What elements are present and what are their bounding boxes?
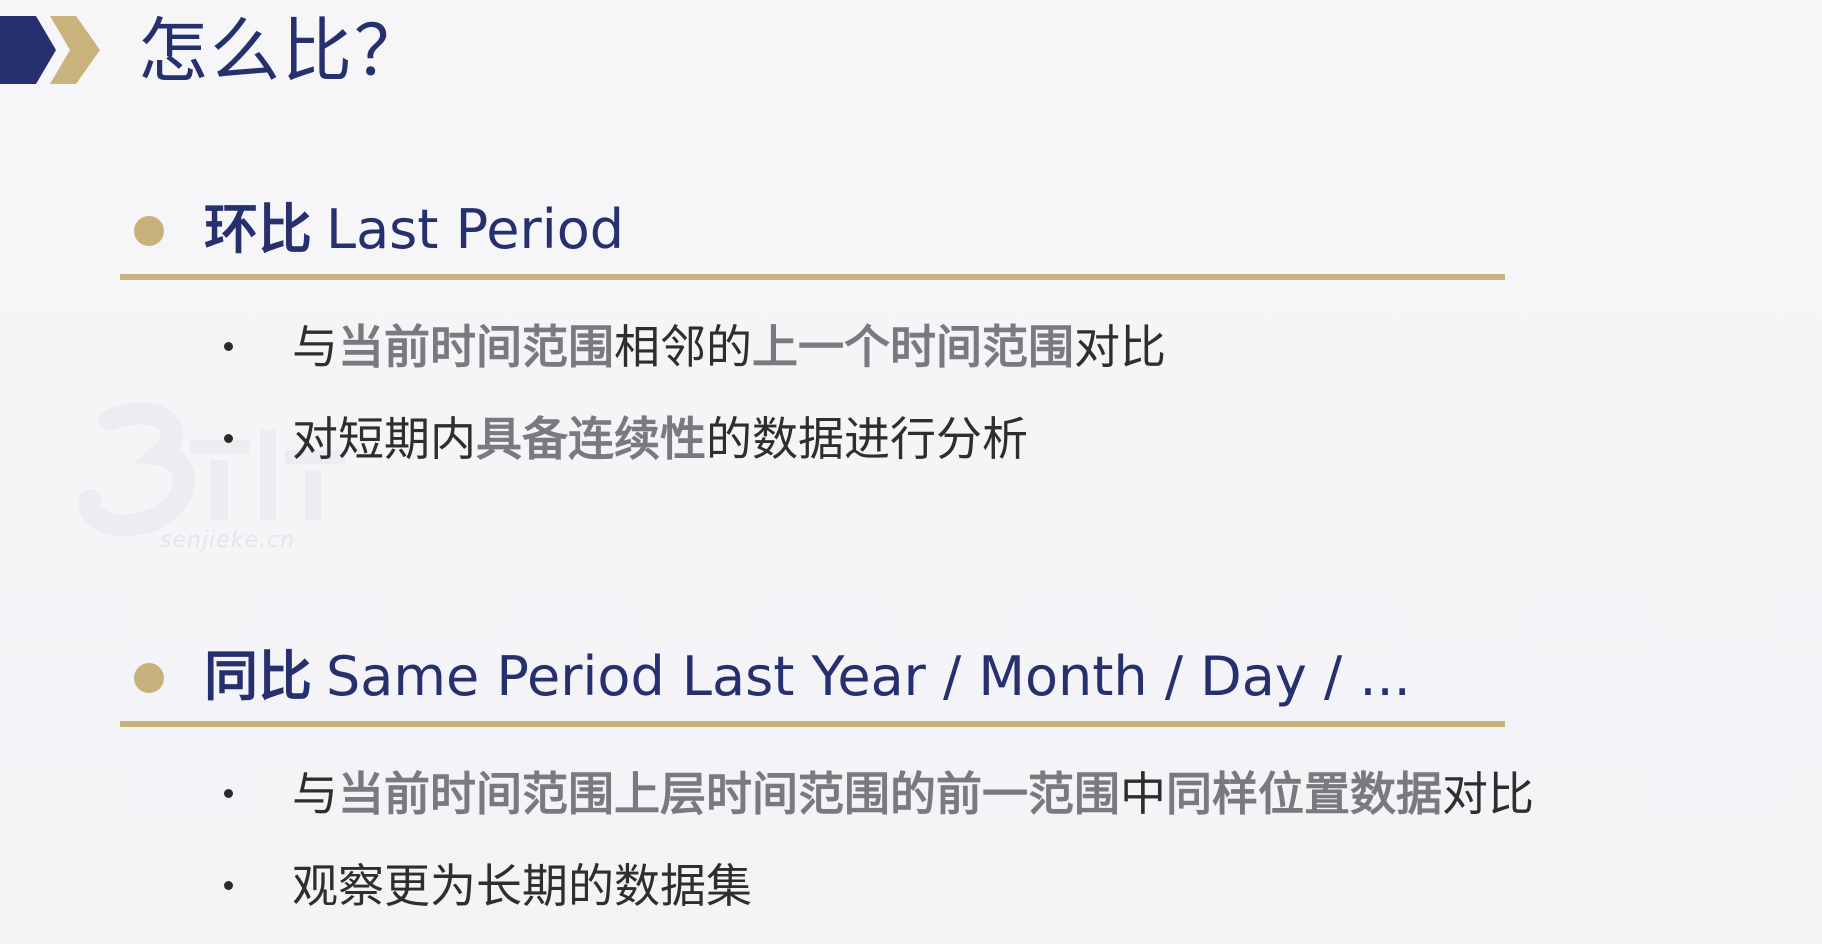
section-title-en: Same Period Last Year / Month / Day / ..… [326, 645, 1411, 708]
bullet-text-highlight: 同样位置数据 [1166, 767, 1442, 821]
bullet-item: 与当前时间范围上层时间范围的前一范围中同样位置数据对比 [120, 749, 1534, 841]
slide: 怎么比？ senjieke.cn 环比 Last Period 与当前时间范围相邻… [0, 0, 1822, 944]
section-header: 环比 Last Period [120, 190, 1505, 261]
bullet-text-part: 对比 [1074, 320, 1166, 374]
bullet-text-highlight: 具备连续性 [476, 412, 706, 466]
bullet-text: 与当前时间范围上层时间范围的前一范围中同样位置数据对比 [292, 759, 1534, 829]
bullet-text-part: 与 [292, 320, 338, 374]
section-last-period: 环比 Last Period 与当前时间范围相邻的上一个时间范围对比 对短期内具备… [120, 190, 1505, 466]
bullet-text-part: 观察更为长期的数据集 [292, 859, 752, 913]
bullet-text-part: 与 [292, 767, 338, 821]
bullet-text-part: 相邻的 [614, 320, 752, 374]
bullet-item: 对短期内具备连续性的数据进行分析 [120, 394, 1505, 486]
bullet-dot-icon [224, 789, 233, 798]
bullet-dot-icon [224, 881, 233, 890]
bullet-text: 与当前时间范围相邻的上一个时间范围对比 [292, 312, 1166, 382]
section-header: 同比 Same Period Last Year / Month / Day / … [120, 637, 1505, 708]
bullet-text-part: 中 [1120, 767, 1166, 821]
section-same-period: 同比 Same Period Last Year / Month / Day / … [120, 637, 1534, 913]
bullet-item: 观察更为长期的数据集 [120, 841, 1505, 933]
section-bullet-dot-icon [134, 216, 164, 246]
section-title-cn: 同比 [204, 645, 312, 708]
bullet-text: 观察更为长期的数据集 [292, 851, 752, 921]
section-title-en: Last Period [326, 198, 625, 261]
section-divider [120, 721, 1505, 727]
bullet-text-highlight: 当前时间范围上层时间范围的前一范围 [338, 767, 1120, 821]
bullet-text-highlight: 当前时间范围 [338, 320, 614, 374]
chevron-arrow-icon [0, 16, 100, 84]
bullet-text-part: 对短期内 [292, 412, 476, 466]
section-title: 环比 Last Period [204, 190, 624, 270]
section-divider [120, 274, 1505, 280]
section-title: 同比 Same Period Last Year / Month / Day / … [204, 637, 1411, 717]
bullet-text-highlight: 上一个时间范围 [752, 320, 1074, 374]
page-title: 怎么比？ [138, 10, 426, 92]
bullet-item: 与当前时间范围相邻的上一个时间范围对比 [120, 302, 1505, 394]
bullet-text: 对短期内具备连续性的数据进行分析 [292, 404, 1028, 474]
section-bullet-dot-icon [134, 663, 164, 693]
watermark-text: senjieke.cn [160, 528, 296, 553]
bullet-text-part: 的数据进行分析 [706, 412, 1028, 466]
bullet-list: 与当前时间范围相邻的上一个时间范围对比 对短期内具备连续性的数据进行分析 [120, 302, 1505, 486]
bullet-text-part: 对比 [1442, 767, 1534, 821]
bullet-dot-icon [224, 342, 233, 351]
section-title-cn: 环比 [204, 198, 312, 261]
bullet-dot-icon [224, 434, 233, 443]
bullet-list: 与当前时间范围上层时间范围的前一范围中同样位置数据对比 观察更为长期的数据集 [120, 749, 1534, 933]
